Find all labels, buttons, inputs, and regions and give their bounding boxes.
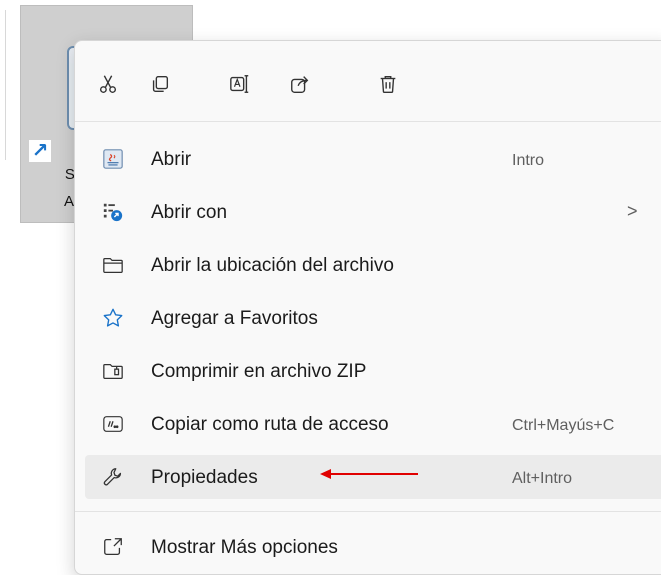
menu-item-label: Propiedades bbox=[151, 467, 258, 488]
share-icon bbox=[291, 76, 309, 93]
menu-item-shortcut: Ctrl+Mayús+C bbox=[512, 417, 615, 434]
star-icon bbox=[101, 306, 125, 330]
path-icon bbox=[101, 412, 125, 436]
menu-item-label: Abrir bbox=[151, 149, 192, 170]
menu-item-label: Abrir la ubicación del archivo bbox=[151, 255, 394, 276]
annotation-arrow-icon bbox=[320, 469, 418, 479]
menu-item-label: Copiar como ruta de acceso bbox=[151, 414, 389, 435]
menu-item-label: Abrir con bbox=[151, 202, 228, 223]
trash-icon bbox=[380, 75, 396, 93]
folder-icon bbox=[101, 253, 125, 277]
delete-button[interactable] bbox=[371, 67, 405, 101]
separator bbox=[75, 511, 661, 512]
menu-item-shortcut: Alt+Intro bbox=[512, 470, 573, 487]
zip-folder-icon bbox=[101, 359, 125, 383]
scissors-icon bbox=[99, 75, 117, 93]
menu-item-label: Agregar a Favoritos bbox=[151, 308, 318, 329]
menu-item-shortcut: Intro bbox=[512, 152, 545, 169]
menu-item-copiar-ruta[interactable]: Copiar como ruta de acceso Ctrl+Mayús+C bbox=[85, 402, 661, 446]
rename-button[interactable] bbox=[223, 67, 257, 101]
menu-item-agregar-favoritos[interactable]: Agregar a Favoritos bbox=[85, 296, 661, 340]
separator bbox=[75, 121, 661, 122]
menu-item-abrir-con[interactable]: Abrir con > bbox=[85, 190, 661, 234]
shortcut-arrow-icon: ↗ bbox=[29, 140, 51, 162]
menu-item-comprimir-zip[interactable]: Comprimir en archivo ZIP bbox=[85, 349, 661, 393]
share-button[interactable] bbox=[283, 67, 317, 101]
more-options-icon bbox=[101, 535, 125, 559]
menu-item-mostrar-mas-opciones[interactable]: Mostrar Más opciones bbox=[85, 525, 661, 569]
menu-item-label: Comprimir en archivo ZIP bbox=[151, 361, 367, 382]
cut-button[interactable] bbox=[91, 67, 125, 101]
copy-button[interactable] bbox=[143, 67, 177, 101]
rename-icon bbox=[230, 75, 249, 93]
wrench-icon bbox=[101, 465, 125, 489]
copy-icon bbox=[152, 75, 169, 93]
open-with-icon bbox=[101, 200, 125, 224]
menu-item-abrir[interactable]: Abrir Intro bbox=[85, 137, 661, 181]
quick-actions-bar bbox=[75, 41, 661, 121]
menu-item-abrir-ubicacion[interactable]: Abrir la ubicación del archivo bbox=[85, 243, 661, 287]
desktop: ↗ SIA Acc bbox=[0, 0, 661, 575]
chevron-right-icon: > bbox=[627, 201, 638, 221]
window-edge bbox=[5, 10, 6, 160]
context-menu: Abrir Intro Abrir con > Abrir la ubicaci… bbox=[74, 40, 661, 575]
java-app-icon bbox=[101, 147, 125, 171]
menu-item-label: Mostrar Más opciones bbox=[151, 537, 338, 558]
